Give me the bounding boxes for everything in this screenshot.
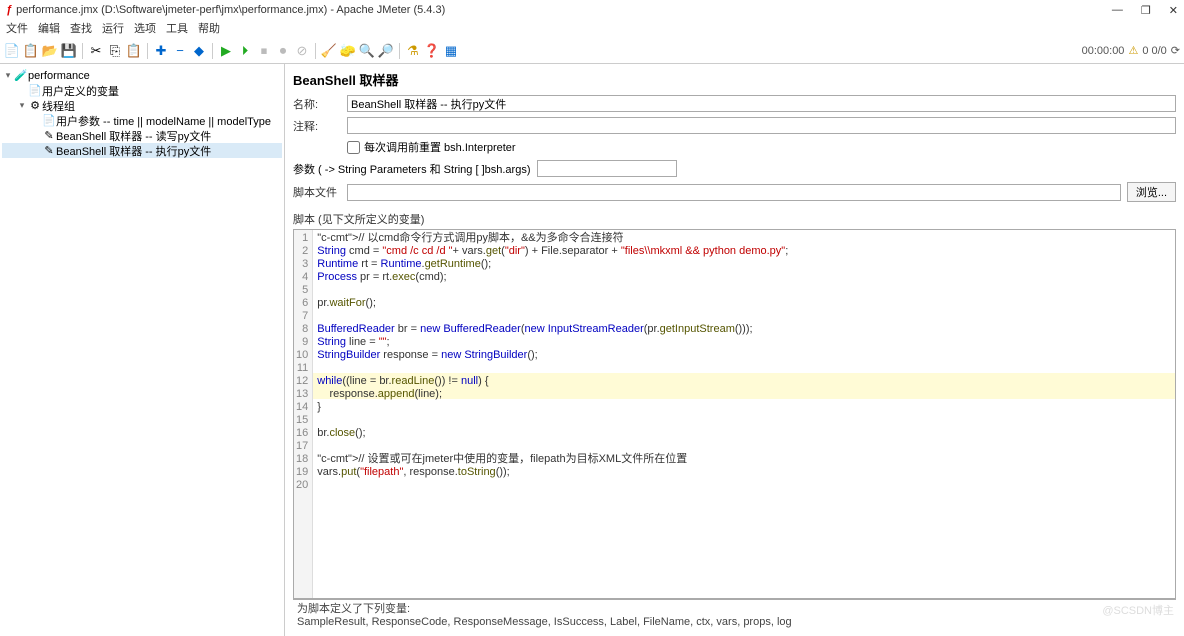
toggle-icon[interactable]: ◆ — [191, 43, 207, 59]
run-icon[interactable]: ▶ — [218, 43, 234, 59]
tree-root-label: performance — [28, 70, 90, 82]
script-area-label: 脚本 (见下文所定义的变量) — [293, 211, 1176, 227]
window-title: performance.jmx (D:\Software\jmeter-perf… — [16, 4, 1112, 16]
menu-edit[interactable]: 编辑 — [38, 20, 60, 38]
shutdown-icon[interactable]: ⏺ — [275, 43, 291, 59]
maximize-button[interactable]: ❐ — [1141, 4, 1151, 17]
copy-icon[interactable]: ⎘ — [107, 43, 123, 59]
menu-find[interactable]: 查找 — [70, 20, 92, 38]
run-no-timers-icon[interactable]: ⏵ — [237, 43, 253, 59]
cut-icon[interactable]: ✂ — [88, 43, 104, 59]
browse-button[interactable]: 浏览... — [1127, 182, 1176, 202]
menu-file[interactable]: 文件 — [6, 20, 28, 38]
gear-icon[interactable]: ⟳ — [1171, 44, 1180, 57]
expand-icon[interactable]: ✚ — [153, 43, 169, 59]
stop-icon[interactable]: ⏹ — [256, 43, 272, 59]
comment-input[interactable] — [347, 117, 1176, 134]
footer-line1: 为脚本定义了下列变量: — [297, 603, 1172, 616]
reset-search-icon[interactable]: 🔎 — [378, 43, 394, 59]
collapse-icon[interactable]: − — [172, 43, 188, 59]
script-file-label: 脚本文件 — [293, 184, 341, 200]
tree-item[interactable]: 📄用户参数 -- time || modelName || modelType — [2, 113, 282, 128]
open-icon[interactable]: 📂 — [42, 43, 58, 59]
error-count: 0 0/0 — [1142, 45, 1166, 57]
menu-help[interactable]: 帮助 — [198, 20, 220, 38]
elapsed-time: 00:00:00 — [1082, 45, 1125, 57]
reset-interpreter-checkbox[interactable] — [347, 141, 360, 154]
name-input[interactable] — [347, 95, 1176, 112]
close-button[interactable]: ✕ — [1169, 4, 1178, 17]
search-icon[interactable]: 🔍 — [359, 43, 375, 59]
variables-footer: 为脚本定义了下列变量: SampleResult, ResponseCode, … — [293, 599, 1176, 632]
footer-line2: SampleResult, ResponseCode, ResponseMess… — [297, 616, 1172, 629]
menu-options[interactable]: 选项 — [134, 20, 156, 38]
toolbar: 📄 📋 📂 💾 ✂ ⎘ 📋 ✚ − ◆ ▶ ⏵ ⏹ ⏺ ⊘ 🧹 🧽 🔍 🔎 ⚗ … — [0, 38, 1184, 64]
reset-interpreter-label: 每次调用前重置 bsh.Interpreter — [364, 139, 516, 155]
clear-icon[interactable]: 🧹 — [321, 43, 337, 59]
panel-title: BeanShell 取样器 — [293, 70, 1176, 89]
paste-icon[interactable]: 📋 — [126, 43, 142, 59]
minimize-button[interactable]: — — [1112, 4, 1123, 17]
function-icon[interactable]: ⚗ — [405, 43, 421, 59]
clear-all-icon[interactable]: 🧽 — [340, 43, 356, 59]
template-icon[interactable]: 📋 — [23, 43, 39, 59]
save-icon[interactable]: 💾 — [61, 43, 77, 59]
script-file-input[interactable] — [347, 184, 1121, 201]
app-icon: ƒ — [6, 4, 12, 16]
comment-label: 注释: — [293, 118, 341, 134]
params-label: 参数 ( -> String Parameters 和 String [ ]bs… — [293, 161, 531, 177]
tree-item[interactable]: ▾⚙线程组 — [2, 98, 282, 113]
help-icon[interactable]: ❓ — [424, 43, 440, 59]
tree-root[interactable]: ▾🧪performance — [2, 68, 282, 83]
tree-item[interactable]: ✎BeanShell 取样器 -- 读写py文件 — [2, 128, 282, 143]
tree-item[interactable]: 📄用户定义的变量 — [2, 83, 282, 98]
test-plan-tree[interactable]: ▾🧪performance 📄用户定义的变量▾⚙线程组📄用户参数 -- time… — [0, 64, 285, 636]
params-field[interactable] — [537, 160, 677, 177]
warn-icon: ⚠ — [1128, 44, 1138, 57]
menu-bar: 文件 编辑 查找 运行 选项 工具 帮助 — [0, 20, 1184, 38]
tree-item[interactable]: ✎BeanShell 取样器 -- 执行py文件 — [2, 143, 282, 158]
new-icon[interactable]: 📄 — [4, 43, 20, 59]
menu-run[interactable]: 运行 — [102, 20, 124, 38]
name-label: 名称: — [293, 96, 341, 112]
template2-icon[interactable]: ▦ — [443, 43, 459, 59]
stop-thread-icon[interactable]: ⊘ — [294, 43, 310, 59]
menu-tools[interactable]: 工具 — [166, 20, 188, 38]
script-editor[interactable]: 1 2 3 4 5 6 7 8 9 10 11 12 13 14 15 16 1… — [293, 229, 1176, 599]
